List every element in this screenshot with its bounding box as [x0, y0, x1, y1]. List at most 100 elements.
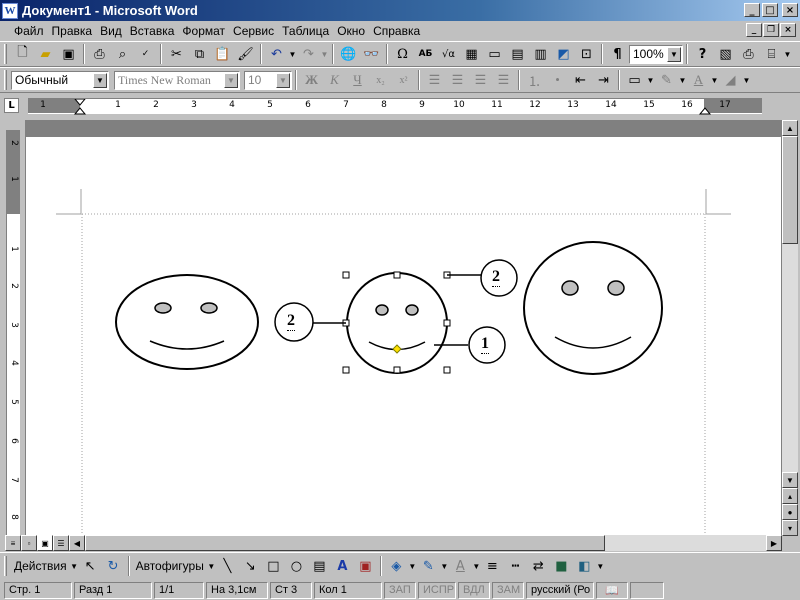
vertical-ruler[interactable]: 2 1 1 2 3 4 5 6 7 8	[6, 130, 20, 535]
equation-icon[interactable]: √α	[437, 43, 460, 65]
scroll-left-button[interactable]: ◀	[69, 535, 85, 551]
briefcase-icon[interactable]: ⌸	[760, 43, 783, 65]
status-language[interactable]: русский (Ро	[526, 581, 594, 599]
border-dropdown-icon[interactable]: ▼	[646, 76, 655, 85]
bold-button[interactable]: Ж	[300, 69, 323, 91]
ruler-strip[interactable]: 1 1 2 3 4 5 6 7 8 9 10 11 12 13 14 15 16…	[28, 98, 762, 115]
chevron-down-icon[interactable]: ▼	[224, 72, 238, 88]
redo-dropdown-icon[interactable]: ▼	[320, 50, 329, 59]
line-color-icon[interactable]: ✎	[417, 555, 440, 577]
chevron-down-icon[interactable]: ▼	[93, 72, 107, 88]
font-color-dropdown-icon[interactable]: ▼	[472, 562, 481, 571]
document-map-icon[interactable]: ⊡	[575, 43, 598, 65]
toolbar-grip[interactable]	[4, 556, 7, 576]
align-left-icon[interactable]: ☰	[423, 69, 446, 91]
scroll-thumb[interactable]	[782, 136, 798, 244]
arrow-style-icon[interactable]: ⇄	[527, 555, 550, 577]
highlight-icon[interactable]: ✎	[655, 69, 678, 91]
font-combo[interactable]: Times New Roman ▼	[114, 70, 240, 90]
toolbar-options-icon[interactable]: ▼	[742, 76, 751, 85]
hyperlink-icon[interactable]: 🌐	[337, 43, 360, 65]
italic-button[interactable]: К	[323, 69, 346, 91]
new-document-icon[interactable]: 🗋	[11, 43, 34, 65]
numbering-icon[interactable]: ⒈	[523, 69, 546, 91]
highlight-dropdown-icon[interactable]: ▼	[678, 76, 687, 85]
menu-format[interactable]: Формат	[178, 24, 229, 38]
clipart-icon[interactable]: ▣	[354, 555, 377, 577]
scroll-up-button[interactable]: ▲	[782, 120, 798, 136]
smiley-face-selected[interactable]	[346, 272, 448, 374]
rectangle-tool-icon[interactable]: □	[262, 555, 285, 577]
dash-style-icon[interactable]: ┅	[504, 555, 527, 577]
arrow-tool-icon[interactable]: ↘	[239, 555, 262, 577]
line-tool-icon[interactable]: ╲	[216, 555, 239, 577]
chart-icon[interactable]: ▤	[506, 43, 529, 65]
spelling-status-icon[interactable]: 📖	[596, 581, 628, 599]
actions-dropdown-icon[interactable]: ▼	[70, 562, 79, 571]
fill-color-dropdown-icon[interactable]: ▼	[408, 562, 417, 571]
toolbar-options-icon[interactable]: ▼	[596, 562, 605, 571]
font-color-dropdown-icon[interactable]: ▼	[710, 76, 719, 85]
menu-file[interactable]: Файл	[10, 24, 48, 38]
columns-layout-icon[interactable]: ▥	[529, 43, 552, 65]
toolbar-options-icon[interactable]: ▼	[783, 50, 792, 59]
menu-table[interactable]: Таблица	[278, 24, 333, 38]
bullets-icon[interactable]: •	[546, 69, 569, 91]
undo-icon[interactable]: ↶	[265, 43, 288, 65]
vertical-scrollbar[interactable]: ▲ ▼ ▴ ● ▾	[782, 120, 798, 536]
align-right-icon[interactable]: ☰	[469, 69, 492, 91]
chevron-down-icon[interactable]: ▼	[276, 72, 290, 88]
normal-view-button[interactable]: ≡	[5, 535, 21, 551]
autoshapes-menu-button[interactable]: Автофигуры	[133, 559, 207, 573]
autoshapes-dropdown-icon[interactable]: ▼	[207, 562, 216, 571]
close-button[interactable]: ×	[782, 3, 798, 17]
redo-icon[interactable]: ↷	[297, 43, 320, 65]
doc-minimize-button[interactable]: _	[746, 23, 762, 37]
select-objects-icon[interactable]: ↖	[79, 555, 102, 577]
paste-icon[interactable]: 📋	[211, 43, 234, 65]
line-color-dropdown-icon[interactable]: ▼	[440, 562, 449, 571]
save-icon[interactable]: ▣	[57, 43, 80, 65]
outline-view-button[interactable]: ☰	[53, 535, 69, 551]
tab-selector[interactable]: L	[4, 98, 19, 113]
shadow-icon[interactable]: ■	[550, 555, 573, 577]
web-view-button[interactable]: ▫	[21, 535, 37, 551]
status-overtype[interactable]: ЗАМ	[492, 581, 524, 599]
symbol-icon[interactable]: Ω	[391, 43, 414, 65]
copy-icon[interactable]: ⧉	[188, 43, 211, 65]
print-preview-icon[interactable]: ⌕	[111, 43, 134, 65]
menu-insert[interactable]: Вставка	[126, 24, 179, 38]
scroll-right-button[interactable]: ▶	[766, 535, 782, 551]
next-page-button[interactable]: ▾	[782, 520, 798, 536]
format-painter-icon[interactable]: 🖌	[234, 43, 257, 65]
menu-edit[interactable]: Правка	[48, 24, 97, 38]
spelling-icon[interactable]: ✓	[134, 43, 157, 65]
document-page[interactable]: 2 2 1	[26, 137, 781, 535]
insert-table-icon[interactable]: ▦	[460, 43, 483, 65]
status-extend[interactable]: ВДЛ	[458, 581, 490, 599]
smiley-face-oval[interactable]	[115, 274, 259, 370]
style-combo[interactable]: Обычный ▼	[11, 70, 109, 90]
actions-menu-button[interactable]: Действия	[11, 559, 70, 573]
menu-view[interactable]: Вид	[96, 24, 126, 38]
print-icon[interactable]: ⎙	[88, 43, 111, 65]
shadow-style-icon[interactable]: ◢	[719, 69, 742, 91]
open-folder-icon[interactable]: ▰	[34, 43, 57, 65]
fax-icon[interactable]: ▧	[714, 43, 737, 65]
scroll-down-button[interactable]: ▼	[782, 472, 798, 488]
toolbar-grip[interactable]	[4, 70, 7, 90]
line-style-icon[interactable]: ≡	[481, 555, 504, 577]
oval-tool-icon[interactable]: ○	[285, 555, 308, 577]
menu-window[interactable]: Окно	[333, 24, 369, 38]
font-size-combo[interactable]: 10 ▼	[244, 70, 292, 90]
word-app-icon[interactable]: W	[2, 2, 18, 19]
zoom-combo[interactable]: 100% ▼	[629, 44, 683, 64]
minimize-button[interactable]: _	[744, 3, 760, 17]
undo-dropdown-icon[interactable]: ▼	[288, 50, 297, 59]
drawing-icon[interactable]: ◩	[552, 43, 575, 65]
wordart-icon[interactable]: A	[331, 555, 354, 577]
chevron-down-icon[interactable]: ▼	[667, 46, 681, 62]
align-center-icon[interactable]: ☰	[446, 69, 469, 91]
decrease-indent-icon[interactable]: ⇤	[569, 69, 592, 91]
hscroll-thumb[interactable]	[85, 535, 605, 551]
